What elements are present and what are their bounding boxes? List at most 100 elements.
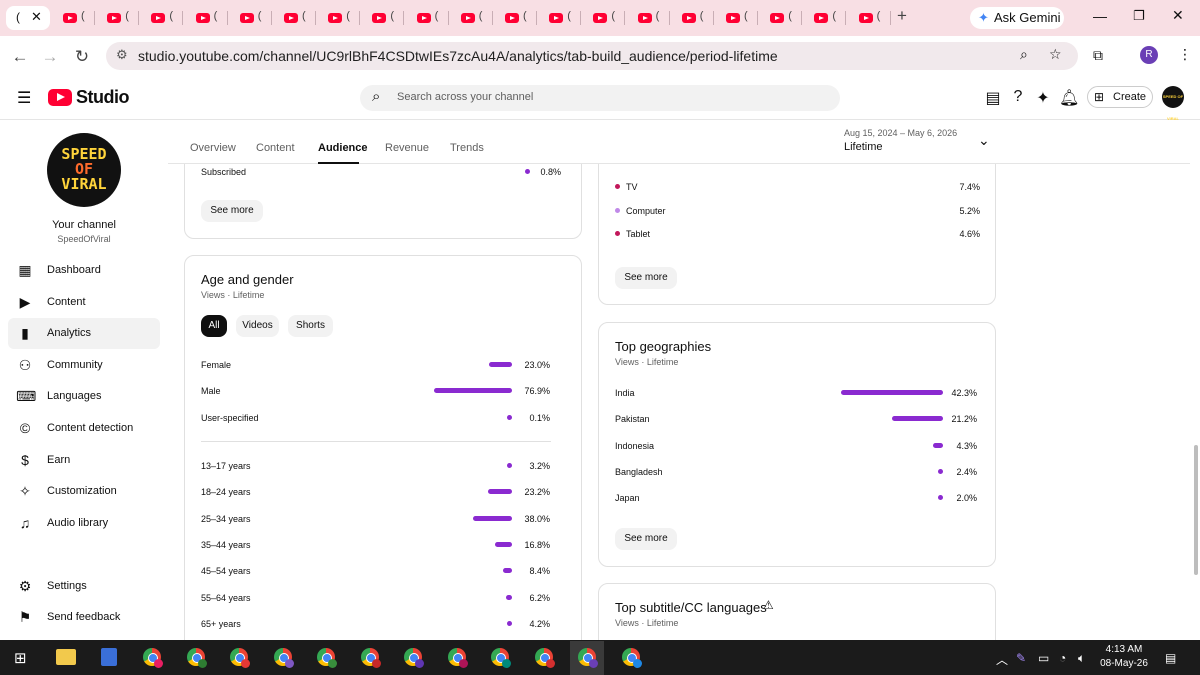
period-range[interactable]: Aug 15, 2024 – May 6, 2026 <box>844 128 957 138</box>
bookmark-star-icon[interactable]: ☆ <box>1049 46 1062 63</box>
close-icon[interactable]: ✕ <box>31 9 42 25</box>
sparkle-icon[interactable]: ✦ <box>1034 88 1052 108</box>
row-bar <box>892 416 943 422</box>
tab-separator <box>138 11 140 25</box>
back-icon[interactable]: ← <box>10 47 30 67</box>
browser-tab[interactable]: ( <box>144 7 184 29</box>
see-more-button[interactable]: See more <box>615 528 677 550</box>
tab-title-partial: ( <box>744 10 748 22</box>
tab-trends[interactable]: Trends <box>450 142 484 154</box>
url-text[interactable]: studio.youtube.com/channel/UC9rlBhF4CSDt… <box>138 48 778 64</box>
reading-mode-icon[interactable]: ⧉ <box>1093 47 1103 64</box>
sidebar-item-earn[interactable]: $ Earn <box>8 445 160 476</box>
see-more-button[interactable]: See more <box>615 267 677 289</box>
browser-tab[interactable]: ( <box>586 7 626 29</box>
browser-tab[interactable]: ( <box>807 7 847 29</box>
zoom-search-icon[interactable]: ⌕ <box>1020 46 1028 63</box>
channel-handle: SpeedOfViral <box>57 234 111 244</box>
pen-icon[interactable]: ✎ <box>1016 651 1026 665</box>
profile-badge-icon <box>502 659 511 668</box>
tab-separator <box>226 11 228 25</box>
volume-icon[interactable]: 🔈︎ <box>1078 651 1085 666</box>
browser-tab[interactable]: ( <box>542 7 582 29</box>
browser-tab[interactable]: ( <box>763 7 803 29</box>
youtube-logo-icon[interactable] <box>48 89 72 106</box>
channel-search-input[interactable]: ⌕ Search across your channel <box>360 85 840 111</box>
browser-tab[interactable]: ( <box>852 7 891 29</box>
site-info-icon[interactable]: ⚙ <box>116 47 128 63</box>
browser-tab[interactable]: ( <box>233 7 272 29</box>
comments-icon[interactable]: ▤ <box>984 88 1002 108</box>
tab-content[interactable]: Content <box>256 142 295 154</box>
tray-chevron-icon[interactable]: ︿ <box>996 651 1008 668</box>
forward-icon[interactable]: → <box>40 47 60 67</box>
account-avatar[interactable]: SPEED OF VIRAL <box>1162 86 1184 121</box>
windows-start-icon[interactable]: ⊞ <box>14 649 27 667</box>
calculator-icon[interactable] <box>101 648 117 666</box>
tab-title-partial: ( <box>169 10 174 22</box>
sidebar-item-customization[interactable]: ✧ Customization <box>8 476 160 507</box>
filter-all[interactable]: All <box>201 315 227 337</box>
notification-center-icon[interactable]: ▤ <box>1165 651 1176 665</box>
close-window-icon[interactable]: ✕ <box>1172 7 1184 24</box>
address-bar[interactable]: ⚙ studio.youtube.com/channel/UC9rlBhF4CS… <box>106 42 1078 70</box>
chevron-down-icon[interactable]: ⌄ <box>978 132 990 149</box>
top-geographies-card: Top geographies Views · Lifetime India 42… <box>598 322 996 567</box>
wifi-icon[interactable]: ◔ <box>1059 651 1066 665</box>
sidebar-item-content-detection[interactable]: © Content detection <box>8 413 160 444</box>
new-tab-button[interactable]: + <box>897 6 907 26</box>
sidebar-item-dashboard[interactable]: ▦ Dashboard <box>8 255 160 286</box>
reload-icon[interactable]: ↻ <box>72 47 92 67</box>
browser-tab[interactable]: ( <box>498 7 537 29</box>
browser-tab[interactable]: ( <box>189 7 228 29</box>
period-selector[interactable]: Lifetime <box>844 141 883 153</box>
help-icon[interactable]: ? <box>1009 88 1027 106</box>
sidebar-item-audio-library[interactable]: ♫ Audio library <box>8 508 160 539</box>
taskbar-clock[interactable]: 4:13 AM 08-May-26 <box>1094 643 1154 671</box>
browser-tab[interactable]: ( <box>277 7 316 29</box>
restore-icon[interactable]: ❐ <box>1133 8 1145 24</box>
browser-tab[interactable]: ( <box>675 7 714 29</box>
sidebar-item-feedback[interactable]: ⚑ Send feedback <box>8 602 160 633</box>
browser-tab[interactable]: ( <box>454 7 493 29</box>
tab-separator <box>624 11 626 25</box>
browser-tab[interactable]: ( <box>100 7 140 29</box>
filter-videos[interactable]: Videos <box>236 315 279 337</box>
file-explorer-icon[interactable] <box>56 649 76 665</box>
tab-revenue[interactable]: Revenue <box>385 142 429 154</box>
sidebar-item-label: Community <box>47 358 103 371</box>
tab-audience[interactable]: Audience <box>318 142 368 154</box>
browser-tab-active[interactable]: ( ✕ <box>6 6 50 30</box>
sidebar-item-content[interactable]: ▶ Content <box>8 287 160 318</box>
warning-icon[interactable]: ⚠ <box>763 598 774 612</box>
browser-tab[interactable]: ( <box>719 7 758 29</box>
tab-title-partial: ( <box>390 10 395 22</box>
tab-overview[interactable]: Overview <box>190 142 236 154</box>
notifications-bell-icon[interactable]: 🔔︎ <box>1059 88 1079 108</box>
filter-shorts[interactable]: Shorts <box>288 315 333 337</box>
browser-menu-icon[interactable]: ⋮ <box>1178 46 1192 63</box>
sidebar-item-label: Settings <box>47 580 87 592</box>
studio-logo-text[interactable]: Studio <box>76 87 130 108</box>
tab-separator <box>403 11 405 25</box>
profile-badge-icon <box>197 659 207 668</box>
ask-gemini-button[interactable]: ✦ Ask Gemini <box>970 7 1064 29</box>
see-more-button[interactable]: See more <box>201 200 263 222</box>
channel-avatar[interactable]: SPEED OF VIRAL <box>47 133 121 207</box>
browser-tab[interactable]: ( <box>365 7 405 29</box>
sidebar-item-settings[interactable]: ⚙ Settings <box>8 571 160 602</box>
browser-tab[interactable]: ( <box>56 7 95 29</box>
create-button[interactable]: ⊞ Create <box>1087 86 1153 108</box>
sidebar-item-community[interactable]: ⚇ Community <box>8 350 160 381</box>
scrollbar-thumb[interactable] <box>1194 445 1198 575</box>
minimize-icon[interactable]: — <box>1093 8 1107 24</box>
browser-tab[interactable]: ( <box>631 7 670 29</box>
browser-tab[interactable]: ( <box>321 7 361 29</box>
battery-icon[interactable]: ▭ <box>1038 651 1049 665</box>
sidebar-item-analytics[interactable]: ▮ Analytics <box>8 318 160 350</box>
hamburger-menu-icon[interactable]: ☰ <box>17 88 31 108</box>
browser-tab[interactable]: ( <box>410 7 449 29</box>
profile-avatar[interactable]: R <box>1140 46 1158 64</box>
sidebar-item-languages[interactable]: ⌨ Languages <box>8 381 160 412</box>
tab-title-partial: ( <box>478 10 483 22</box>
